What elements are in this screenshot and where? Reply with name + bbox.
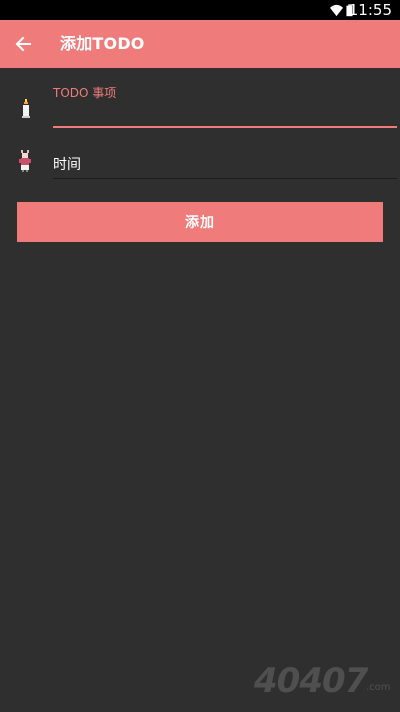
watermark-suffix: .com (366, 682, 391, 693)
figure-icon (19, 150, 31, 172)
add-button[interactable]: 添加 (17, 202, 383, 242)
watermark-logo: 40407 .com (254, 662, 394, 702)
todo-field-label: TODO 事项 (53, 86, 117, 100)
todo-input[interactable] (53, 102, 397, 128)
time-field[interactable]: 时间 (53, 154, 397, 179)
arrow-back-icon[interactable] (14, 34, 32, 54)
status-time: 11:55 (348, 1, 392, 19)
page-title: 添加TODO (60, 34, 145, 53)
app-bar: 添加TODO (0, 20, 400, 68)
wifi-icon (329, 4, 344, 17)
time-field-placeholder: 时间 (53, 157, 81, 173)
candle-icon (22, 99, 30, 118)
status-bar: 11:55 (0, 0, 400, 20)
watermark-text: 40407 (254, 661, 368, 701)
